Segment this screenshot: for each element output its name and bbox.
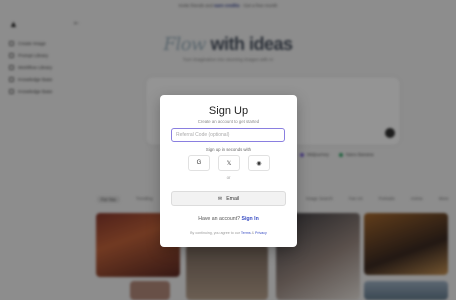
google-icon: G [196,160,202,166]
x-icon: 𝕏 [226,160,232,167]
email-button-label: Email [226,195,240,202]
modal-subtitle: Create an account to get started [197,119,260,124]
terms-prefix: By continuing, you agree to our [190,231,240,235]
terms-link[interactable]: Terms [241,231,251,235]
social-buttons: G 𝕏 ◉ [188,155,270,171]
signin-link[interactable]: Sign In [241,216,258,222]
social-signin-label: Sign up in seconds with [205,147,252,152]
google-signin-button[interactable]: G [188,155,210,171]
email-signup-button[interactable]: ✉ Email [171,191,286,206]
signup-modal: Sign Up Create an account to get started… [160,95,297,247]
have-account-row: Have an account? Sign In [160,216,297,222]
x-signin-button[interactable]: 𝕏 [218,155,240,171]
have-account-text: Have an account? [198,216,241,222]
discord-icon: ◉ [256,160,262,167]
or-divider: or [226,175,231,180]
discord-signin-button[interactable]: ◉ [248,155,270,171]
privacy-link[interactable]: Privacy [255,231,267,235]
modal-title: Sign Up [208,105,249,117]
terms-mid: & [251,231,255,235]
mail-icon: ✉ [217,195,223,202]
terms-notice: By continuing, you agree to our Terms & … [160,231,297,235]
referral-code-input[interactable] [171,128,285,142]
